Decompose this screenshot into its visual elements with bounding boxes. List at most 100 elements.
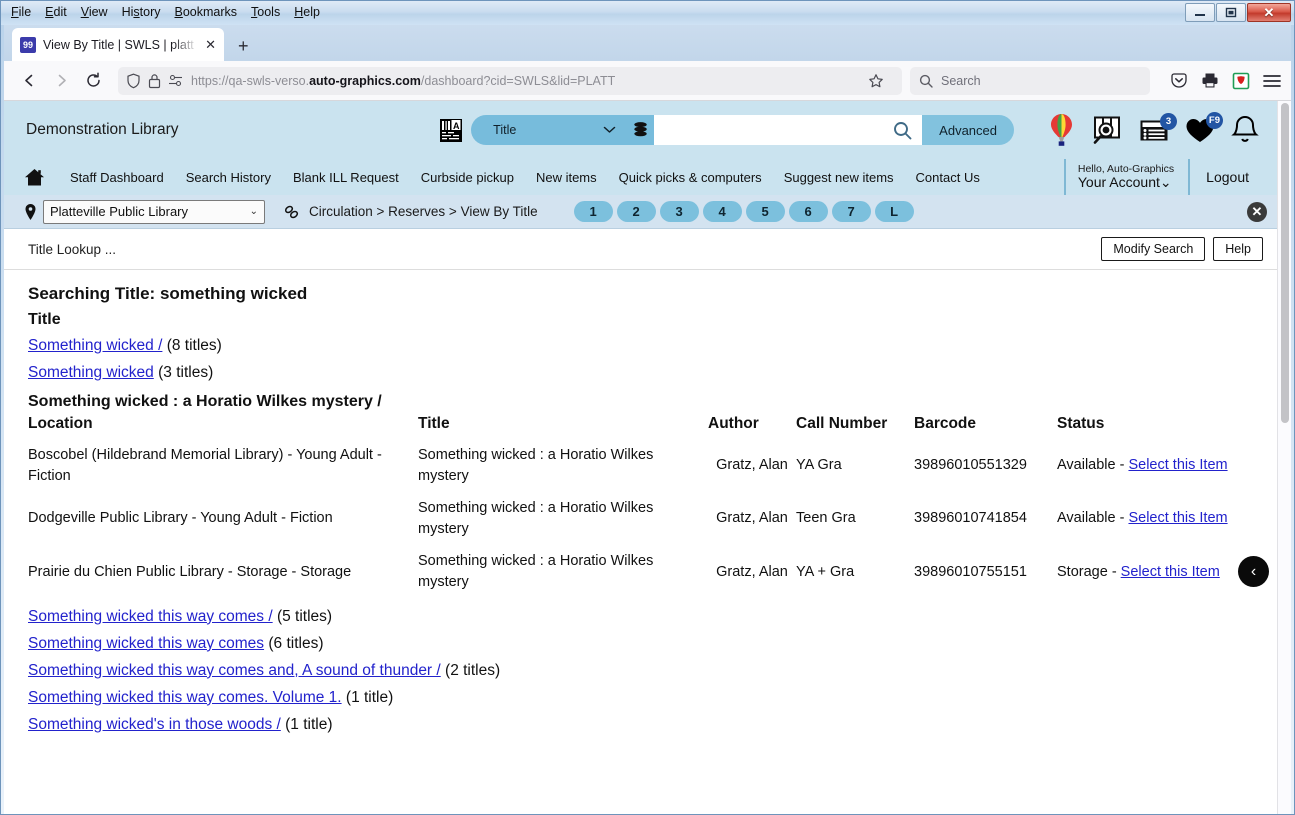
menu-tools[interactable]: Tools xyxy=(251,5,280,19)
title-link[interactable]: Something wicked / xyxy=(28,337,162,354)
title-link[interactable]: Something wicked this way comes and, A s… xyxy=(28,662,441,679)
title-count: (1 title) xyxy=(285,715,333,733)
window-controls: ✕ xyxy=(1185,3,1291,22)
title-link[interactable]: Something wicked's in those woods / xyxy=(28,716,281,733)
tab-close-icon[interactable]: ✕ xyxy=(205,37,216,53)
library-app-header: Demonstration Library A Title Advanced 3… xyxy=(4,101,1277,159)
account-block: Hello, Auto-Graphics Your Account⌄ Logou… xyxy=(1063,159,1259,195)
forward-arrow-icon[interactable] xyxy=(46,67,76,95)
related-titles-list: Something wicked this way comes / (5 tit… xyxy=(28,605,1255,737)
previous-page-arrow-button[interactable]: ‹ xyxy=(1238,556,1269,587)
star-icon[interactable] xyxy=(868,73,894,89)
heart-icon[interactable]: F9 xyxy=(1185,111,1223,144)
lookup-actions: Modify Search Help xyxy=(1101,236,1263,262)
status-text: Available - xyxy=(1057,457,1129,474)
page-2-button[interactable]: 2 xyxy=(616,201,656,222)
menu-view[interactable]: View xyxy=(81,5,108,19)
library-name: Demonstration Library xyxy=(26,121,179,138)
nav-suggest-new-items[interactable]: Suggest new items xyxy=(773,170,905,185)
chevron-down-icon: ⌄ xyxy=(249,206,258,217)
shield-icon[interactable] xyxy=(126,73,141,89)
library-location-select[interactable]: Platteville Public Library ⌄ xyxy=(43,199,265,224)
advanced-search-button[interactable]: Advanced xyxy=(922,115,1014,145)
cell-status: Storage - Select this Item xyxy=(1057,545,1255,598)
menu-bookmarks[interactable]: Bookmarks xyxy=(175,5,238,19)
menu-file[interactable]: File xyxy=(11,5,31,19)
web-page: Demonstration Library A Title Advanced 3… xyxy=(4,101,1277,814)
page-6-button[interactable]: 6 xyxy=(788,201,828,222)
title-link[interactable]: Something wicked xyxy=(28,364,154,381)
title-link[interactable]: Something wicked this way comes xyxy=(28,635,264,652)
nav-new-items[interactable]: New items xyxy=(525,170,608,185)
search-scope-select[interactable]: Title xyxy=(471,115,627,145)
page-1-button[interactable]: 1 xyxy=(573,201,613,222)
print-icon[interactable] xyxy=(1201,72,1219,89)
menu-edit[interactable]: Edit xyxy=(45,5,67,19)
pagination: 1 2 3 4 5 6 7 L xyxy=(573,201,914,222)
table-header-row: Location Title Author Call Number Barcod… xyxy=(28,415,1255,439)
page-4-button[interactable]: 4 xyxy=(702,201,742,222)
page-5-button[interactable]: 5 xyxy=(745,201,785,222)
extension-icon[interactable] xyxy=(1232,72,1250,90)
nav-curbside-pickup[interactable]: Curbside pickup xyxy=(410,170,525,185)
back-arrow-icon[interactable] xyxy=(14,67,44,95)
new-tab-button[interactable]: + xyxy=(238,37,249,55)
application-menubar: File Edit View History Bookmarks Tools H… xyxy=(1,1,320,19)
pocket-icon[interactable] xyxy=(1170,72,1188,89)
bell-icon[interactable] xyxy=(1231,115,1259,146)
reload-icon[interactable] xyxy=(78,67,108,95)
help-button[interactable]: Help xyxy=(1213,236,1263,262)
permissions-icon[interactable] xyxy=(168,74,184,88)
context-breadcrumb-bar: Platteville Public Library ⌄ Circulation… xyxy=(4,195,1277,229)
lookup-label: Title Lookup ... xyxy=(28,241,117,257)
database-icon[interactable] xyxy=(626,115,655,145)
minimize-button[interactable] xyxy=(1185,3,1215,22)
column-header-call-number: Call Number xyxy=(796,415,888,433)
select-this-item-link[interactable]: Select this Item xyxy=(1128,457,1227,473)
page-scrollbar[interactable] xyxy=(1277,101,1291,814)
page-3-button[interactable]: 3 xyxy=(659,201,699,222)
nav-quick-picks[interactable]: Quick picks & computers xyxy=(608,170,773,185)
url-text[interactable]: https://qa-swls-verso.auto-graphics.com/… xyxy=(191,74,861,88)
table-row: Dodgeville Public Library - Young Adult … xyxy=(28,492,1255,545)
scrollbar-thumb[interactable] xyxy=(1281,103,1289,423)
nav-contact-us[interactable]: Contact Us xyxy=(905,170,991,185)
barcode-scan-icon[interactable]: A xyxy=(438,117,463,143)
address-bar[interactable]: https://qa-swls-verso.auto-graphics.com/… xyxy=(118,66,902,95)
page-7-button[interactable]: 7 xyxy=(831,201,871,222)
cell-status: Available - Select this Item xyxy=(1057,439,1255,492)
list-icon[interactable]: 3 xyxy=(1139,112,1177,143)
hot-air-balloon-icon[interactable] xyxy=(1048,113,1075,147)
menu-history[interactable]: History xyxy=(122,5,161,19)
browser-tab[interactable]: 99 View By Title | SWLS | platt | Aut ✕ xyxy=(12,28,224,61)
page-last-button[interactable]: L xyxy=(874,201,914,222)
title-count: (5 titles) xyxy=(276,607,333,625)
hamburger-menu-icon[interactable] xyxy=(1263,74,1281,88)
select-this-item-link[interactable]: Select this Item xyxy=(1128,510,1227,526)
title-link[interactable]: Something wicked this way comes / xyxy=(28,608,273,625)
nav-staff-dashboard[interactable]: Staff Dashboard xyxy=(59,170,175,185)
nav-search-history[interactable]: Search History xyxy=(175,170,282,185)
browser-toolbar-icons xyxy=(1152,72,1281,90)
cell-barcode: 39896010741854 xyxy=(914,510,1027,527)
maximize-button[interactable] xyxy=(1216,3,1246,22)
table-row: Boscobel (Hildebrand Memorial Library) -… xyxy=(28,439,1255,492)
browser-search-box[interactable]: Search xyxy=(910,66,1150,95)
lock-icon[interactable] xyxy=(148,73,161,89)
your-account-menu[interactable]: Hello, Auto-Graphics Your Account⌄ xyxy=(1063,159,1188,195)
explore-search-icon[interactable] xyxy=(1091,115,1123,145)
select-this-item-link[interactable]: Select this Item xyxy=(1121,564,1220,580)
title-link[interactable]: Something wicked this way comes. Volume … xyxy=(28,689,342,706)
column-header-title: Title xyxy=(418,415,450,433)
logout-link[interactable]: Logout xyxy=(1188,159,1259,195)
modify-search-button[interactable]: Modify Search xyxy=(1101,236,1206,262)
nav-blank-ill-request[interactable]: Blank ILL Request xyxy=(282,170,410,185)
close-window-button[interactable]: ✕ xyxy=(1247,3,1291,22)
menu-help[interactable]: Help xyxy=(294,5,320,19)
favorites-badge: F9 xyxy=(1205,111,1223,129)
catalog-search-input[interactable] xyxy=(654,115,883,145)
close-icon[interactable]: ✕ xyxy=(1247,201,1267,222)
cell-location: Boscobel (Hildebrand Memorial Library) -… xyxy=(28,447,382,484)
home-icon[interactable] xyxy=(24,168,45,187)
catalog-search-button[interactable] xyxy=(882,115,923,145)
